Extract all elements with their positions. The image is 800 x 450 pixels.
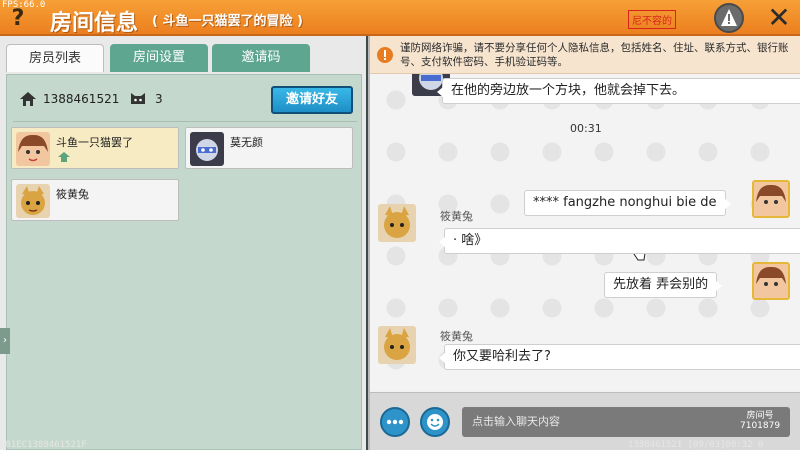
owner-badge-icon: [58, 152, 70, 162]
tab-invite-code[interactable]: 邀请码: [212, 44, 310, 72]
watermark-label: 房间号: [746, 411, 774, 421]
chat-message: 在他的旁边放一个方块，他就会掉下去。: [437, 78, 800, 104]
member-list-area: 1388461521 3 邀请好友 斗鱼一只猫罢了 莫无颜 筱黄兔: [6, 74, 362, 450]
member-card[interactable]: 筱黄兔: [11, 179, 179, 221]
chat-message: 先放着 弄会别的: [604, 272, 723, 298]
header-bar: FPS:66.0 ? 房间信息 ( 斗鱼一只猫罢了的冒险 ) 尼不容的 ✕: [0, 0, 800, 36]
divider: [13, 121, 357, 122]
tab-member-list[interactable]: 房员列表: [6, 44, 104, 72]
header-link[interactable]: 尼不容的: [628, 10, 676, 29]
player-count-icon: [131, 93, 145, 104]
tab-room-settings[interactable]: 房间设置: [110, 44, 208, 72]
chat-panel: 谨防网络诈骗，请不要分享任何个人隐私信息，包括姓名、住址、联系方式、银行账号、支…: [368, 36, 800, 450]
watermark-id: 7101879: [740, 421, 781, 431]
avatar: [16, 184, 50, 218]
sender-name: 筱黄兔: [440, 210, 473, 223]
chat-message: 你又要哈利去了?: [439, 344, 800, 370]
room-id: 1388461521: [43, 92, 120, 106]
close-icon[interactable]: ✕: [762, 2, 796, 34]
more-options-button[interactable]: [380, 407, 410, 437]
room-info-row: 1388461521 3 邀请好友: [13, 85, 357, 115]
member-name: 斗鱼一只猫罢了: [56, 136, 133, 149]
sender-name: 筱黄兔: [440, 330, 473, 343]
footer-left-text: O81EC1388461521F: [0, 440, 87, 450]
home-icon: [20, 92, 36, 106]
chat-message: **** fangzhe nonghui bie de: [524, 190, 731, 216]
notice-text: 谨防网络诈骗，请不要分享任何个人隐私信息，包括姓名、住址、联系方式、银行账号、支…: [400, 42, 789, 68]
footer-right-text: 1388461521 [09/03]00:32 0 [102]1.3.2: [628, 440, 764, 450]
member-name: 筱黄兔: [56, 188, 89, 201]
warning-icon: [721, 9, 737, 26]
page-title: 房间信息: [50, 11, 139, 36]
help-icon[interactable]: ?: [6, 6, 30, 32]
avatar: [190, 132, 224, 166]
fraud-warning-notice: 谨防网络诈骗，请不要分享任何个人隐私信息，包括姓名、住址、联系方式、银行账号、支…: [370, 36, 800, 74]
member-name: 莫无颜: [230, 136, 263, 149]
room-name-subtitle: ( 斗鱼一只猫罢了的冒险 ): [152, 14, 303, 29]
members-panel: 房员列表 房间设置 邀请码 1388461521 3 邀请好友 斗鱼一只猫罢了 …: [0, 36, 366, 450]
room-watermark: 房间号 7101879: [740, 411, 780, 431]
message-list: 在他的旁边放一个方块，他就会掉下去。 00:31 **** fangzhe no…: [370, 74, 800, 390]
warning-button[interactable]: [714, 3, 744, 33]
warning-icon: [377, 47, 393, 63]
emoji-button[interactable]: [420, 407, 450, 437]
tab-bar: 房员列表 房间设置 邀请码: [6, 44, 362, 72]
self-avatar: [752, 180, 790, 218]
ellipsis-icon: [386, 419, 404, 425]
member-card[interactable]: 斗鱼一只猫罢了: [11, 127, 179, 169]
avatar: [378, 204, 416, 242]
expand-handle[interactable]: ›: [0, 328, 10, 354]
message-timestamp: 00:31: [570, 122, 602, 135]
avatar: [16, 132, 50, 166]
chat-message: · 啥》: [439, 228, 800, 254]
self-avatar: [752, 262, 790, 300]
smiley-icon: [427, 414, 443, 430]
invite-friends-button[interactable]: 邀请好友: [271, 86, 353, 114]
member-card[interactable]: 莫无颜: [185, 127, 353, 169]
avatar: [378, 326, 416, 364]
player-count: 3: [155, 92, 163, 106]
